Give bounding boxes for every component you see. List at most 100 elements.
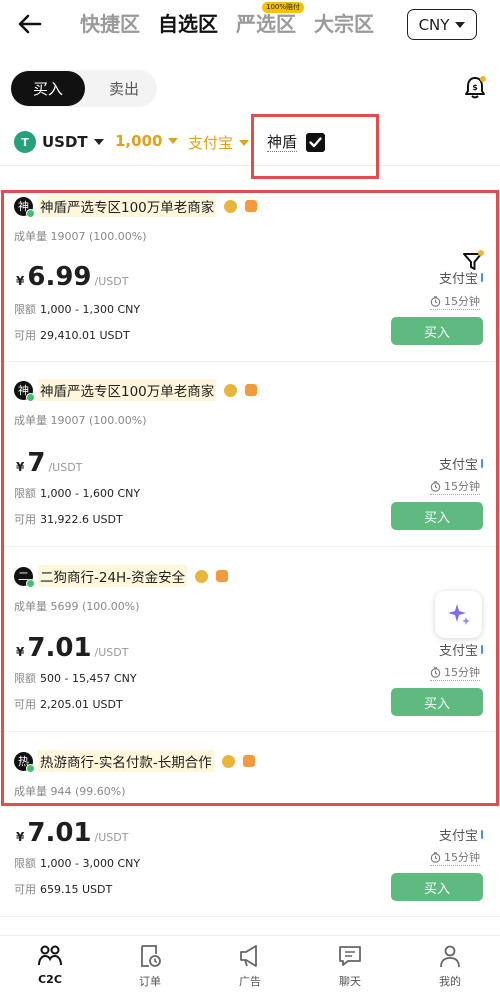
trades-label: 成单量 <box>14 414 47 427</box>
buy-toggle-button[interactable]: 买入 <box>11 71 85 106</box>
tab-bulk[interactable]: 大宗区 <box>314 8 374 40</box>
nav-chat[interactable]: 聊天 <box>300 936 400 1006</box>
available-value: 2,205.01 USDT <box>40 698 123 711</box>
clock-icon <box>430 295 441 307</box>
time-limit: 15分钟 <box>430 849 480 866</box>
limit: 限额 1,000 - 1,600 CNY <box>14 485 140 501</box>
trade-stats: 成单量 5699 (100.00%) <box>14 598 140 614</box>
buy-button[interactable]: 买入 <box>391 688 483 716</box>
price-value: 7.01 <box>27 633 92 663</box>
payment-method-label: 支付宝 <box>438 644 478 659</box>
limit: 限额 500 - 15,457 CNY <box>14 670 137 686</box>
sell-toggle-button[interactable]: 卖出 <box>94 71 154 106</box>
deposit-badge-icon <box>242 755 255 767</box>
verified-badge-icon <box>224 199 238 213</box>
available: 可用 31,922.6 USDT <box>14 511 123 527</box>
price-value: 7 <box>27 448 46 478</box>
price-value: 6.99 <box>27 262 92 292</box>
payment-method-label: 支付宝 <box>438 829 478 844</box>
time-limit: 15分钟 <box>430 664 480 681</box>
trade-stats: 成单量 19007 (100.00%) <box>14 228 147 244</box>
time-limit-value: 15分钟 <box>444 851 480 864</box>
payment-method-label: 支付宝 <box>438 458 478 473</box>
time-limit-value: 15分钟 <box>444 295 480 308</box>
price: ¥ 7.01 /USDT <box>16 818 128 848</box>
price-unit: /USDT <box>48 461 83 474</box>
verified-badge-icon <box>195 569 209 583</box>
available-label: 可用 <box>14 329 36 342</box>
trades-label: 成单量 <box>14 600 47 613</box>
notification-bell-icon[interactable]: $ <box>462 75 488 101</box>
buy-button[interactable]: 买入 <box>391 502 483 530</box>
tab-custom[interactable]: 自选区 <box>158 8 218 40</box>
clock-icon <box>430 851 441 863</box>
svg-text:$: $ <box>472 83 478 92</box>
avatar: 神 <box>14 196 35 218</box>
buy-button[interactable]: 买入 <box>391 873 483 901</box>
merchant-name: 神盾严选专区100万单老商家 <box>38 195 217 217</box>
limit: 限额 1,000 - 1,300 CNY <box>14 301 140 317</box>
time-limit-value: 15分钟 <box>444 666 480 679</box>
back-arrow-icon[interactable] <box>14 8 46 40</box>
chevron-down-icon <box>168 138 179 144</box>
nav-orders-label: 订单 <box>139 975 161 988</box>
coin-selector[interactable]: T USDT <box>14 131 104 153</box>
price: ¥ 7.01 /USDT <box>16 633 128 663</box>
ai-assistant-button[interactable] <box>435 591 482 638</box>
currency-selector[interactable]: CNY <box>407 9 477 40</box>
alipay-mark-icon <box>481 273 483 282</box>
available-label: 可用 <box>14 698 36 711</box>
payment-method: 支付宝 <box>439 640 483 659</box>
merchant-row[interactable]: 热 热游商行-实名付款-长期合作 <box>14 750 255 773</box>
nav-ads-label: 广告 <box>239 975 261 988</box>
nav-c2c-label: C2C <box>38 973 62 986</box>
usdt-icon: T <box>14 131 36 153</box>
limit-value: 1,000 - 3,000 CNY <box>40 857 141 870</box>
limit-label: 限额 <box>14 857 36 870</box>
limit-value: 1,000 - 1,300 CNY <box>40 303 141 316</box>
limit-value: 1,000 - 1,600 CNY <box>40 487 141 500</box>
bottom-nav: C2C 订单 广告 聊天 我的 <box>0 935 500 1006</box>
price-unit: /USDT <box>94 275 129 288</box>
nav-ads[interactable]: 广告 <box>200 936 300 1006</box>
clock-icon <box>430 480 441 492</box>
currency-symbol: ¥ <box>16 460 25 474</box>
amount-selector[interactable]: 1,000 <box>115 132 179 150</box>
nav-orders[interactable]: 订单 <box>100 936 200 1006</box>
avatar: 神 <box>14 380 35 402</box>
merchant-row[interactable]: 神 神盾严选专区100万单老商家 <box>14 195 258 218</box>
nav-profile[interactable]: 我的 <box>400 936 500 1006</box>
trades-label: 成单量 <box>14 230 47 243</box>
available: 可用 2,205.01 USDT <box>14 696 123 712</box>
nav-c2c[interactable]: C2C <box>0 936 100 1006</box>
zone-tabs: 快捷区 自选区 严选区 100%赔付 大宗区 <box>80 2 374 40</box>
buy-button[interactable]: 买入 <box>391 317 483 345</box>
available: 可用 659.15 USDT <box>14 881 112 897</box>
deposit-badge-icon <box>216 570 229 582</box>
trade-stats: 成单量 944 (99.60%) <box>14 783 126 799</box>
ad-card: 神 神盾严选专区100万单老商家 成单量 19007 (100.00%) ¥ 6… <box>0 180 500 362</box>
shield-checkbox[interactable] <box>306 133 325 152</box>
trades-value: 19007 (100.00%) <box>50 414 147 427</box>
filter-bar: T USDT 1,000 支付宝 <box>0 120 500 270</box>
nav-profile-label: 我的 <box>439 975 461 988</box>
profile-icon <box>440 945 460 968</box>
tab-quick[interactable]: 快捷区 <box>80 8 140 40</box>
time-limit-value: 15分钟 <box>444 480 480 493</box>
nav-chat-label: 聊天 <box>339 975 361 988</box>
verified-badge-icon <box>224 383 238 397</box>
limit-value: 500 - 15,457 CNY <box>40 672 137 685</box>
tab-selected[interactable]: 严选区 100%赔付 <box>236 2 305 40</box>
payment-method: 支付宝 <box>439 454 483 473</box>
available: 可用 29,410.01 USDT <box>14 327 130 343</box>
payment-selector[interactable]: 支付宝 <box>188 132 250 153</box>
currency-label: CNY <box>418 15 450 34</box>
payment-method: 支付宝 <box>439 268 483 287</box>
currency-symbol: ¥ <box>16 645 25 659</box>
amount-label: 1,000 <box>115 132 163 150</box>
price-unit: /USDT <box>94 646 129 659</box>
price: ¥ 6.99 /USDT <box>16 262 128 292</box>
merchant-row[interactable]: 神 神盾严选专区100万单老商家 <box>14 379 258 402</box>
chevron-down-icon <box>455 21 466 28</box>
merchant-row[interactable]: 二 二狗商行-24H-资金安全 <box>14 565 229 588</box>
